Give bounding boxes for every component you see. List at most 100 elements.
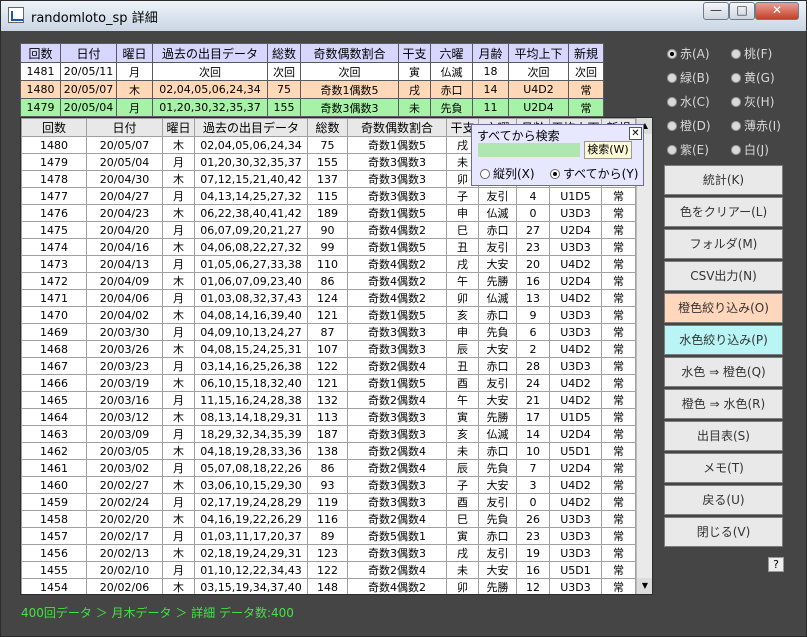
table-cell: 奇数3偶数3 — [347, 170, 447, 188]
table-cell: 21 — [516, 391, 550, 409]
table-cell: 常 — [601, 408, 636, 426]
side-button[interactable]: 橙色絞り込み(O) — [664, 293, 783, 323]
side-button[interactable]: メモ(T) — [664, 453, 783, 483]
table-row[interactable]: 1475 20/04/20 月 06,07,09,20,21,27 90 奇数4偶数2 巳赤… — [21, 221, 636, 239]
table-row[interactable]: 1466 20/03/19 木 06,10,15,18,32,40 121 奇数1偶数5 酉… — [21, 374, 636, 392]
table-row[interactable]: 1477 20/04/27 月 04,13,14,25,27,32 115 奇数3偶数3 子… — [21, 187, 636, 205]
side-button[interactable]: 水色絞り込み(P) — [664, 325, 783, 355]
table-row[interactable]: 1473 20/04/13 月 01,05,06,27,33,38 110 奇数4偶数2 戌… — [21, 255, 636, 273]
table-cell: 木 — [162, 476, 195, 494]
color-radio[interactable]: 灰(H) — [731, 93, 774, 110]
search-button[interactable]: 検索(W) — [584, 141, 632, 159]
grid-header-cell[interactable]: 総数 — [307, 118, 348, 137]
side-button[interactable]: 統計(K) — [664, 165, 783, 195]
table-cell: 1479 — [21, 153, 87, 171]
table-cell: 常 — [601, 391, 636, 409]
table-row[interactable]: 1471 20/04/06 月 01,03,08,32,37,43 124 奇数4偶数2 卯… — [21, 289, 636, 307]
table-cell: 06,10,15,18,32,40 — [194, 374, 308, 392]
minimize-button[interactable]: — — [703, 2, 729, 20]
summary-row[interactable]: 1480 20/05/07 木 02,04,05,06,24,34 75 奇数1偶数5 戌赤… — [20, 80, 604, 99]
summary-row[interactable]: 1481 20/05/11 月次回 次回 次回寅仏滅 18 次回 次回 — [20, 62, 604, 81]
search-close-icon[interactable]: ✕ — [629, 127, 642, 140]
table-row[interactable]: 1468 20/03/26 木 04,08,15,24,25,31 107 奇数3偶数3 辰… — [21, 340, 636, 358]
table-cell: 1455 — [21, 561, 87, 579]
table-row[interactable]: 1462 20/03/05 木 04,18,19,28,33,36 138 奇数2偶数4 未… — [21, 442, 636, 460]
color-radio[interactable]: 水(C) — [667, 93, 710, 110]
radio-vertical-column[interactable]: 縦列(X) — [480, 165, 535, 182]
close-button[interactable]: ✕ — [755, 2, 799, 20]
table-row[interactable]: 1469 20/03/30 月 04,09,10,13,24,27 87 奇数3偶数3 申先… — [21, 323, 636, 341]
table-row[interactable]: 1476 20/04/23 木 06,22,38,40,41,42 189 奇数1偶数5 申… — [21, 204, 636, 222]
table-row[interactable]: 1467 20/03/23 月 03,14,16,25,26,38 122 奇数2偶数4 丑… — [21, 357, 636, 375]
table-cell: 赤口 — [478, 442, 517, 460]
grid-header-cell[interactable]: 曜日 — [162, 118, 195, 137]
table-cell: 20/04/20 — [86, 221, 163, 239]
help-button[interactable]: ? — [768, 557, 784, 572]
summary-cell: 11 — [472, 98, 509, 117]
side-button[interactable]: 戻る(U) — [664, 485, 783, 515]
color-radio[interactable]: 桃(F) — [731, 45, 772, 62]
color-radio[interactable]: 薄赤(I) — [731, 117, 781, 134]
table-cell: 常 — [601, 510, 636, 528]
scroll-down-arrow-icon[interactable]: ▼ — [637, 578, 652, 594]
table-row[interactable]: 1460 20/02/27 木 03,06,10,15,29,30 93 奇数3偶数3 子大… — [21, 476, 636, 494]
table-cell: 75 — [307, 136, 348, 154]
table-row[interactable]: 1457 20/02/17 月 01,03,11,17,20,37 89 奇数5偶数1 寅赤… — [21, 527, 636, 545]
table-row[interactable]: 1470 20/04/02 木 04,08,14,16,39,40 121 奇数1偶数5 亥… — [21, 306, 636, 324]
table-row[interactable]: 1461 20/03/02 月 05,07,08,18,22,26 86 奇数2偶数4 辰先… — [21, 459, 636, 477]
grid-header-cell[interactable]: 過去の出目データ — [194, 118, 308, 137]
table-cell: 23 — [516, 527, 550, 545]
summary-cell: 月 — [116, 62, 153, 81]
table-cell: 1472 — [21, 272, 87, 290]
table-cell: 大安 — [478, 476, 517, 494]
table-cell: 01,03,11,17,20,37 — [194, 527, 308, 545]
color-radio[interactable]: 紫(E) — [667, 141, 709, 158]
summary-cell: 18 — [472, 62, 509, 81]
grid-header-cell[interactable]: 日付 — [86, 118, 163, 137]
radio-search-all[interactable]: すべてから(Y) — [550, 165, 638, 182]
side-button[interactable]: 出目表(S) — [664, 421, 783, 451]
table-cell: 木 — [162, 306, 195, 324]
side-button[interactable]: フォルダ(M) — [664, 229, 783, 259]
table-row[interactable]: 1459 20/02/24 月 02,17,19,24,28,29 119 奇数3偶数3 酉… — [21, 493, 636, 511]
table-row[interactable]: 1454 20/02/06 木 03,15,19,34,37,40 148 奇数4偶数2 卯… — [21, 578, 636, 594]
grid-header-cell[interactable]: 奇数偶数割合 — [347, 118, 447, 137]
table-cell: 20/03/16 — [86, 391, 163, 409]
summary-cell: 奇数3偶数3 — [300, 98, 399, 117]
data-grid[interactable]: 回数日付曜日過去の出目データ総数奇数偶数割合干支六曜月齢平均上下新規 14802… — [20, 117, 653, 595]
table-cell: 丑 — [446, 357, 479, 375]
grid-header-cell[interactable]: 回数 — [21, 118, 87, 137]
table-row[interactable]: 1456 20/02/13 木 02,18,19,24,29,31 123 奇数3偶数3 戌… — [21, 544, 636, 562]
color-radio[interactable]: 緑(B) — [667, 69, 710, 86]
table-cell: 89 — [307, 527, 348, 545]
table-row[interactable]: 1472 20/04/09 木 01,06,07,09,23,40 86 奇数4偶数2 午先… — [21, 272, 636, 290]
table-cell: 24 — [516, 374, 550, 392]
app-window: randomloto_sp 詳細 — □ ✕ 回数 日付 曜日 過去の出目データ 総数奇… — [0, 0, 807, 637]
table-row[interactable]: 1465 20/03/16 月 11,15,16,24,28,38 132 奇数2偶数4 午… — [21, 391, 636, 409]
table-row[interactable]: 1463 20/03/09 月 18,29,32,34,35,39 187 奇数3偶数3 亥… — [21, 425, 636, 443]
title-bar[interactable]: randomloto_sp 詳細 — □ ✕ — [1, 1, 806, 31]
summary-header-cell: 干支 — [398, 43, 431, 63]
color-radio[interactable]: 白(J) — [731, 141, 769, 158]
side-button[interactable]: 閉じる(V) — [664, 517, 783, 547]
table-cell: 1467 — [21, 357, 87, 375]
side-button[interactable]: 橙色 ⇒ 水色(R) — [664, 389, 783, 419]
table-row[interactable]: 1458 20/02/20 木 04,16,19,22,26,29 116 奇数2偶数4 巳… — [21, 510, 636, 528]
side-button[interactable]: CSV出力(N) — [664, 261, 783, 291]
maximize-button[interactable]: □ — [729, 2, 755, 20]
table-cell: 12 — [516, 578, 550, 594]
table-row[interactable]: 1464 20/03/12 木 08,13,14,18,29,31 113 奇数3偶数3 寅… — [21, 408, 636, 426]
table-row[interactable]: 1474 20/04/16 木 04,06,08,22,27,32 99 奇数1偶数5 丑友… — [21, 238, 636, 256]
side-button[interactable]: 色をクリアー(L) — [664, 197, 783, 227]
color-radio[interactable]: 橙(D) — [667, 117, 711, 134]
table-cell: 121 — [307, 374, 348, 392]
table-row[interactable]: 1455 20/02/10 月 01,10,12,22,34,43 122 奇数2偶数4 未… — [21, 561, 636, 579]
summary-row[interactable]: 1479 20/05/04 月 01,20,30,32,35,37 155 奇数3偶数3 未… — [20, 98, 604, 117]
color-radio[interactable]: 黄(G) — [731, 69, 775, 86]
side-button[interactable]: 水色 ⇒ 橙色(Q) — [664, 357, 783, 387]
vertical-scrollbar[interactable]: ▲ ▼ — [636, 118, 652, 594]
table-cell: 10 — [516, 442, 550, 460]
color-radio[interactable]: 赤(A) — [667, 45, 710, 62]
search-input[interactable] — [478, 143, 580, 157]
table-cell: 115 — [307, 187, 348, 205]
